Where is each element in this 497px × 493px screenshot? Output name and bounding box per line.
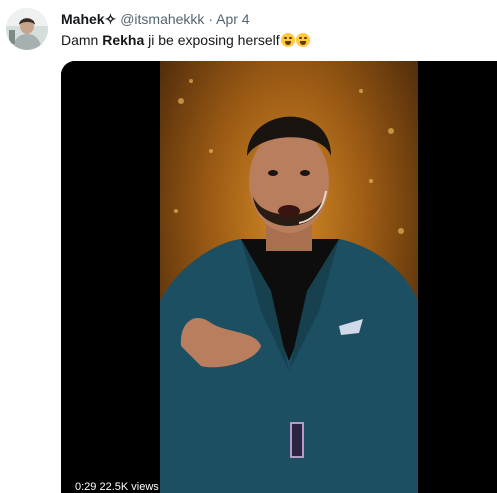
- view-count: 22.5K views: [99, 481, 159, 493]
- header-separator: ·: [208, 11, 213, 27]
- tweet-text-after: ji be exposing herself: [144, 32, 280, 48]
- tweet-text-before: Damn: [61, 32, 103, 48]
- author-avatar[interactable]: [6, 8, 48, 50]
- tweet-video[interactable]: 0:29 22.5K views: [61, 61, 497, 493]
- author-name[interactable]: Mahek: [61, 11, 105, 27]
- tweet-text: Damn Rekha ji be exposing herself: [61, 31, 310, 49]
- author-name-symbol: ✧: [104, 11, 117, 27]
- face-with-tears-of-joy-emoji-icon: [295, 33, 310, 47]
- avatar-photo-icon: [6, 8, 48, 50]
- video-frame-icon: [61, 61, 497, 493]
- loudly-crying-face-emoji-icon: [280, 33, 295, 47]
- tweet-date[interactable]: Apr 4: [216, 11, 249, 27]
- video-overlay: 0:29 22.5K views: [75, 481, 159, 493]
- tweet-text-bold: Rekha: [102, 32, 145, 48]
- video-time: 0:29: [75, 481, 97, 493]
- author-handle[interactable]: @itsmahekkk: [120, 11, 204, 27]
- tweet-header: Mahek✧ @itsmahekkk · Apr 4: [61, 10, 250, 28]
